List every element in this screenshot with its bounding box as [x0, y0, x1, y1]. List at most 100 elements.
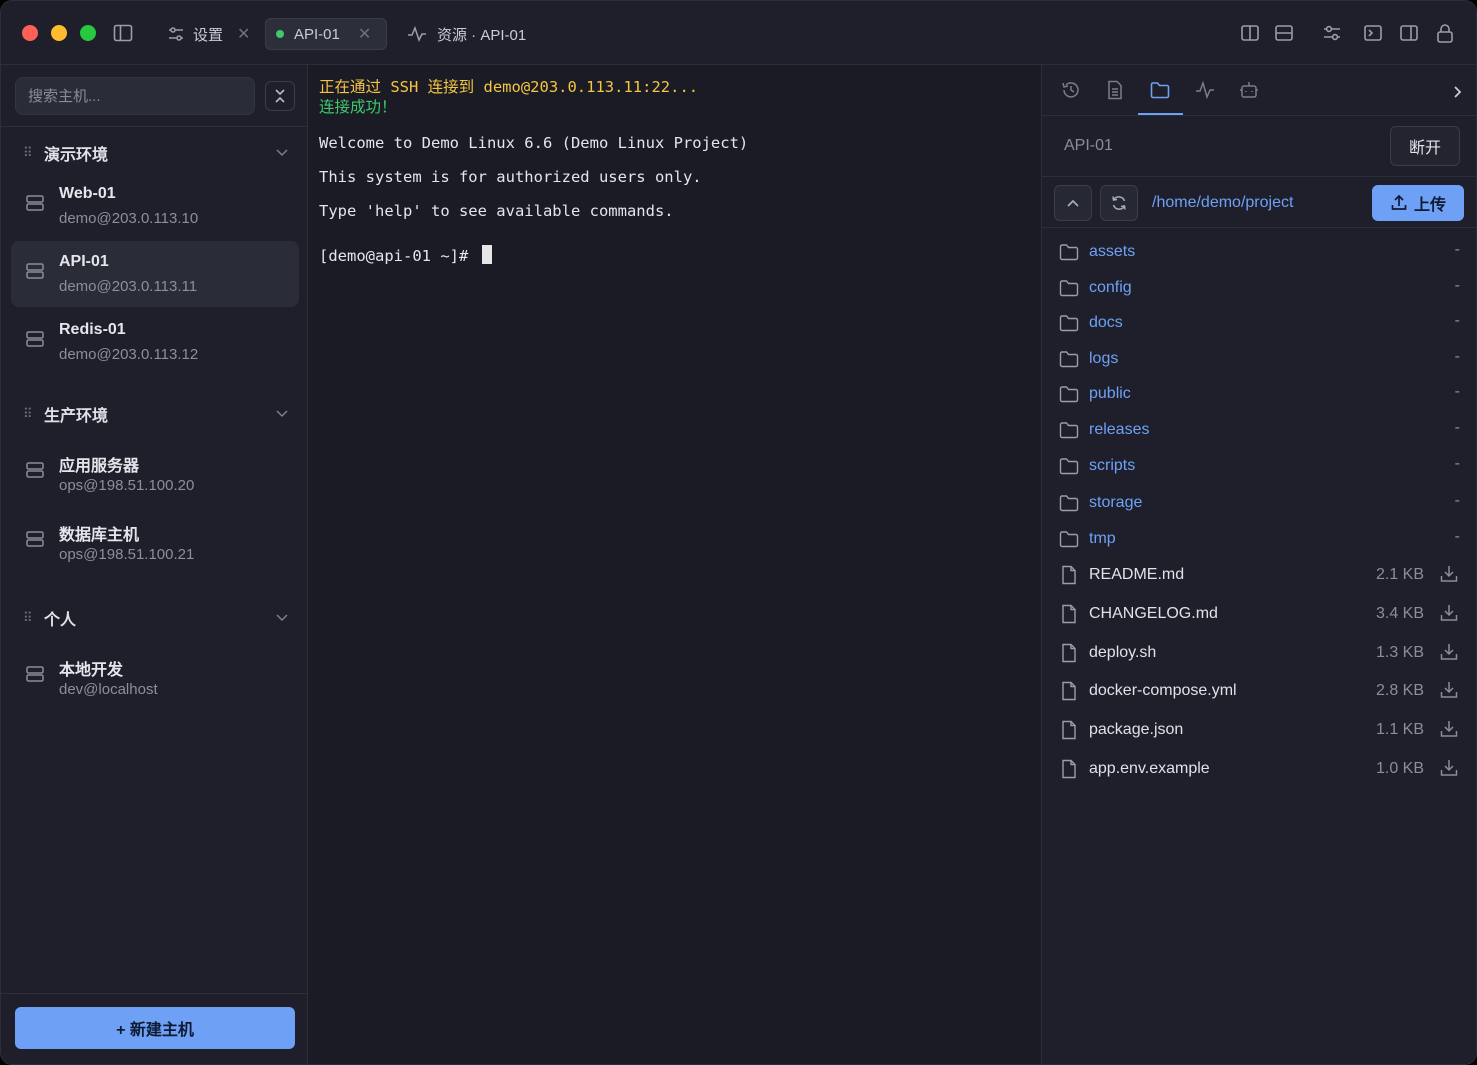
host-item-redis-01[interactable]: Redis-01 demo@203.0.113.12: [11, 309, 299, 375]
download-icon[interactable]: [1439, 680, 1459, 700]
host-item-app-server[interactable]: 应用服务器 ops@198.51.100.20: [11, 440, 299, 506]
tab-api-01[interactable]: API-01 ✕: [265, 18, 387, 50]
upload-icon: [1391, 194, 1407, 210]
group-header-production[interactable]: ⠿ 生产环境: [1, 399, 307, 429]
divider: [1, 126, 307, 127]
file-row[interactable]: README.md 2.1 KB: [1042, 558, 1476, 592]
file-row[interactable]: package.json 1.1 KB: [1042, 713, 1476, 747]
close-icon[interactable]: ✕: [237, 24, 250, 44]
directory-row[interactable]: config -: [1042, 271, 1476, 305]
close-window-button[interactable]: [22, 25, 38, 41]
file-row[interactable]: CHANGELOG.md 3.4 KB: [1042, 597, 1476, 631]
chevron-down-icon[interactable]: [275, 148, 289, 158]
folder-icon: [1058, 419, 1080, 441]
folder-icon[interactable]: [1149, 79, 1171, 101]
file-name: deploy.sh: [1089, 643, 1157, 661]
robot-icon[interactable]: [1238, 79, 1260, 101]
folder-icon: [1058, 383, 1080, 405]
directory-name: assets: [1089, 243, 1136, 260]
refresh-button[interactable]: [1100, 185, 1138, 221]
host-name: Redis-01: [59, 321, 126, 338]
host-address: ops@198.51.100.21: [59, 546, 195, 563]
group-name: 生产环境: [44, 408, 109, 425]
group-header-demo[interactable]: ⠿ 演示环境: [1, 138, 307, 168]
history-icon[interactable]: [1060, 79, 1082, 101]
download-icon[interactable]: [1439, 719, 1459, 739]
host-name: 应用服务器: [59, 458, 140, 475]
directory-row[interactable]: assets -: [1042, 235, 1476, 269]
divider: [1, 993, 307, 994]
close-icon[interactable]: ✕: [358, 24, 371, 44]
new-host-button[interactable]: + 新建主机: [15, 1007, 295, 1049]
terminal-pane[interactable]: 正在通过 SSH 连接到 demo@203.0.113.11:22... 连接成…: [308, 65, 1040, 1064]
chevron-down-icon[interactable]: [275, 613, 289, 623]
lock-icon[interactable]: [1434, 22, 1456, 44]
document-icon[interactable]: [1104, 79, 1126, 101]
file-row[interactable]: docker-compose.yml 2.8 KB: [1042, 674, 1476, 708]
host-item-local-dev[interactable]: 本地开发 dev@localhost: [11, 644, 299, 710]
host-address: demo@203.0.113.10: [59, 210, 199, 227]
split-horizontal-icon[interactable]: [1273, 22, 1295, 44]
download-icon[interactable]: [1439, 564, 1459, 584]
search-input[interactable]: 搜索主机...: [15, 77, 255, 115]
drag-handle-icon[interactable]: ⠿: [23, 610, 32, 626]
folder-icon: [1058, 241, 1080, 263]
download-icon[interactable]: [1439, 642, 1459, 662]
host-name: Web-01: [59, 185, 116, 202]
download-icon[interactable]: [1439, 758, 1459, 778]
tab-label: 资源 · API-01: [437, 26, 527, 44]
host-item-db-host[interactable]: 数据库主机 ops@198.51.100.21: [11, 509, 299, 575]
minimize-window-button[interactable]: [51, 25, 67, 41]
host-item-api-01[interactable]: API-01 demo@203.0.113.11: [11, 241, 299, 307]
terminal-output-line: Welcome to Demo Linux 6.6 (Demo Linux Pr…: [319, 134, 749, 152]
split-vertical-icon[interactable]: [1239, 22, 1261, 44]
activity-icon[interactable]: [1194, 79, 1216, 101]
collapse-icon: [275, 89, 285, 103]
file-row[interactable]: app.env.example 1.0 KB: [1042, 752, 1476, 786]
directory-name: logs: [1089, 349, 1119, 367]
terminal-icon[interactable]: [1362, 22, 1384, 44]
host-address: dev@localhost: [59, 681, 158, 698]
directory-row[interactable]: tmp -: [1042, 522, 1476, 556]
disconnect-button[interactable]: 断开: [1390, 126, 1460, 166]
app-window: 设置 ✕ API-01 ✕ 资源 · API-01 搜索主机... ⠿ 演示环境…: [0, 0, 1477, 1065]
connection-name: API-01: [1064, 137, 1113, 154]
terminal-cursor: [481, 245, 492, 264]
terminal-output-line: This system is for authorized users only…: [319, 168, 702, 186]
file-icon: [1058, 758, 1080, 780]
directory-row[interactable]: docs -: [1042, 306, 1476, 340]
sliders-icon[interactable]: [1321, 22, 1343, 44]
directory-row[interactable]: public -: [1042, 377, 1476, 411]
file-row[interactable]: deploy.sh 1.3 KB: [1042, 636, 1476, 670]
file-icon: [1058, 680, 1080, 702]
chevron-right-icon[interactable]: [1452, 85, 1462, 99]
file-size: 1.1 KB: [1375, 721, 1424, 739]
upload-button[interactable]: 上传: [1372, 185, 1464, 221]
directory-row[interactable]: releases -: [1042, 413, 1476, 447]
tab-label: 设置: [193, 26, 224, 44]
directory-row[interactable]: scripts -: [1042, 449, 1476, 483]
chevron-down-icon[interactable]: [275, 409, 289, 419]
directory-row[interactable]: storage -: [1042, 486, 1476, 520]
group-header-personal[interactable]: ⠿ 个人: [1, 603, 307, 633]
file-name: package.json: [1089, 721, 1184, 739]
group-name: 个人: [44, 612, 77, 629]
directory-size: -: [1454, 419, 1460, 436]
collapse-all-button[interactable]: [265, 81, 295, 111]
group-name: 演示环境: [44, 147, 109, 164]
tab-settings[interactable]: 设置 ✕: [161, 18, 258, 50]
host-item-web-01[interactable]: Web-01 demo@203.0.113.10: [11, 173, 299, 239]
download-icon[interactable]: [1439, 603, 1459, 623]
zoom-window-button[interactable]: [80, 25, 96, 41]
folder-icon: [1058, 455, 1080, 477]
server-icon: [26, 195, 44, 211]
current-path[interactable]: /home/demo/project: [1152, 194, 1293, 212]
directory-row[interactable]: logs -: [1042, 342, 1476, 376]
sidebar-right-icon[interactable]: [1398, 22, 1420, 44]
directory-name: public: [1089, 385, 1131, 403]
sidebar-toggle-icon[interactable]: [112, 22, 134, 44]
parent-directory-button[interactable]: [1054, 185, 1092, 221]
drag-handle-icon[interactable]: ⠿: [23, 406, 32, 422]
tab-resources[interactable]: 资源 · API-01: [401, 18, 532, 50]
drag-handle-icon[interactable]: ⠿: [23, 145, 32, 161]
